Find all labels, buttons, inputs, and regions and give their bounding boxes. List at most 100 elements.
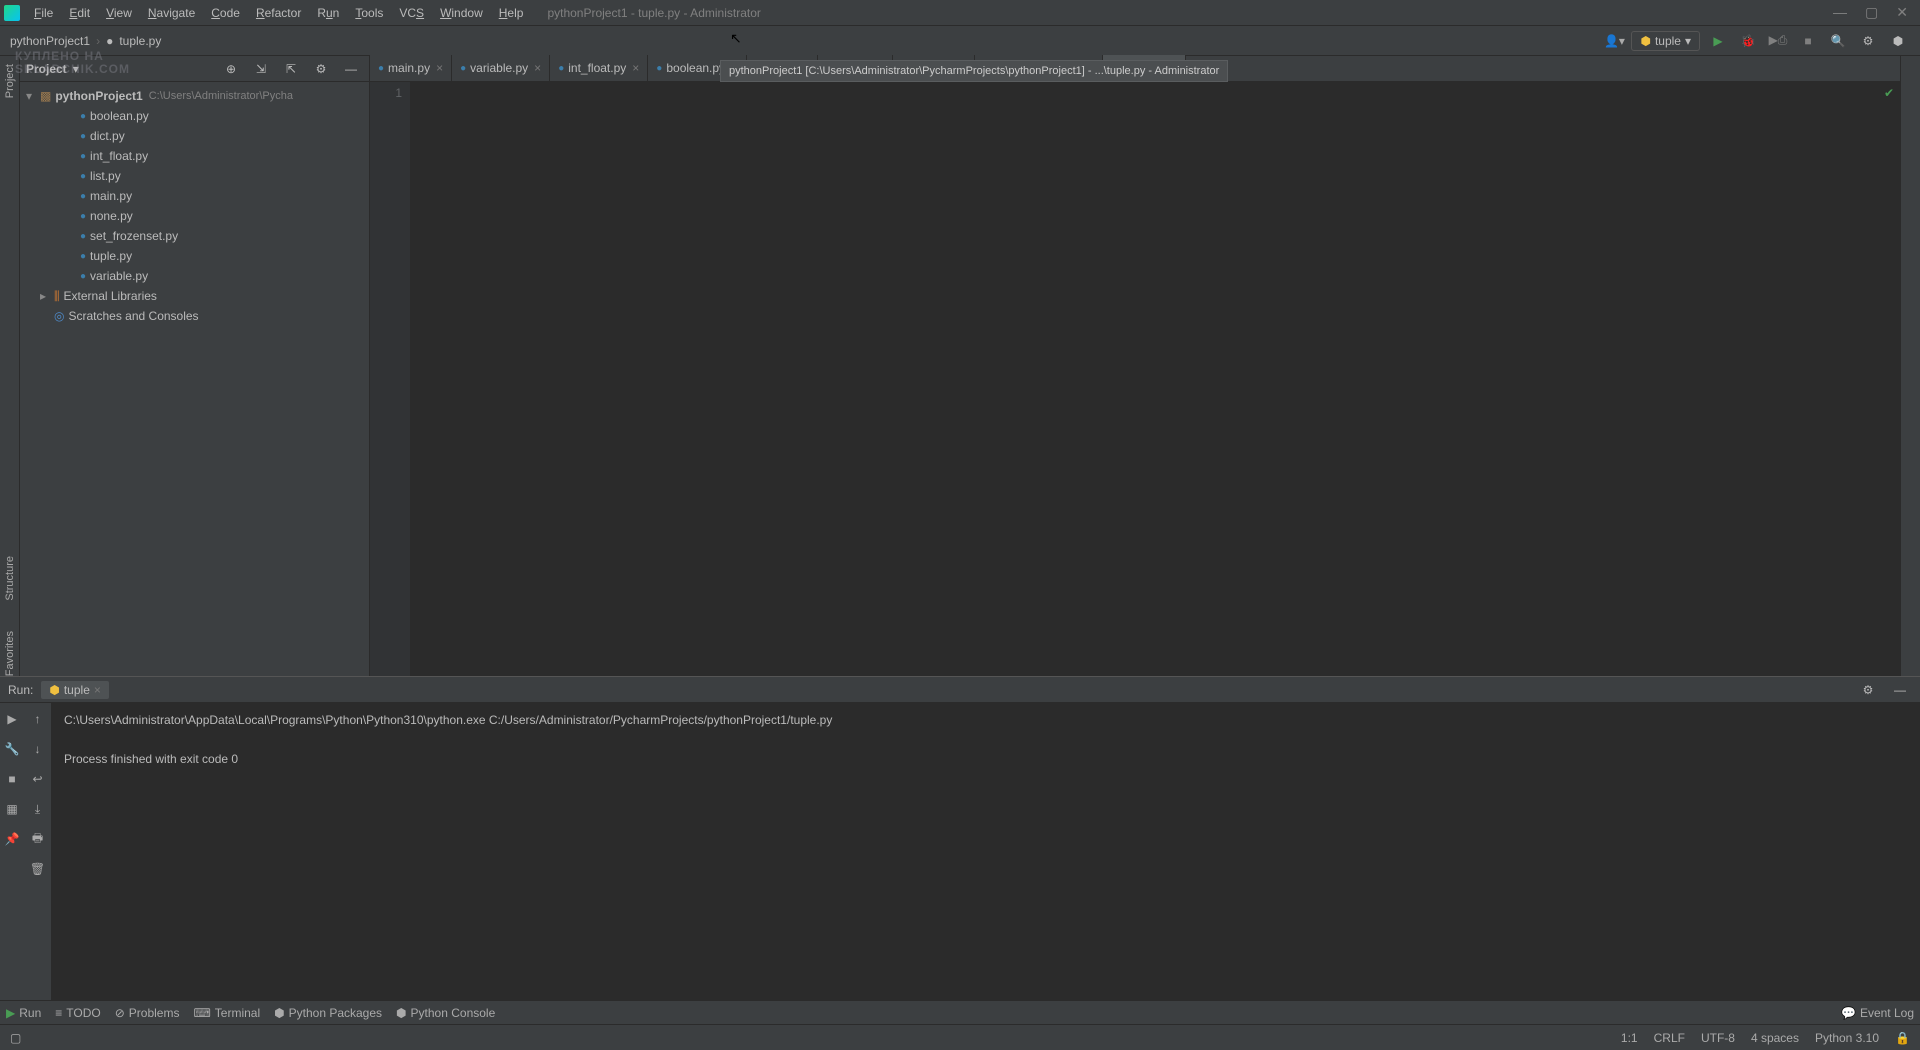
python-file-icon: ●: [80, 131, 86, 142]
todo-icon: ≡: [55, 1006, 62, 1020]
close-icon[interactable]: ×: [436, 61, 443, 75]
soft-wrap-icon[interactable]: ↩: [28, 769, 48, 789]
close-icon[interactable]: ×: [94, 683, 101, 697]
menu-window[interactable]: Window: [434, 4, 489, 22]
status-caret-pos[interactable]: 1:1: [1621, 1031, 1638, 1045]
menu-help[interactable]: Help: [493, 4, 530, 22]
editor-tab[interactable]: ●main.py×: [370, 55, 452, 81]
tree-file[interactable]: ●variable.py: [20, 266, 369, 286]
gear-icon[interactable]: ⚙: [1856, 678, 1880, 702]
expand-arrow-icon[interactable]: ▾: [26, 89, 40, 103]
settings-icon[interactable]: ⚙: [1856, 29, 1880, 53]
search-icon[interactable]: 🔍: [1826, 29, 1850, 53]
menu-refactor[interactable]: Refactor: [250, 4, 307, 22]
coverage-button[interactable]: ▶⎙: [1766, 29, 1790, 53]
console-output[interactable]: C:\Users\Administrator\AppData\Local\Pro…: [52, 703, 1920, 1024]
tree-root-path: C:\Users\Administrator\Pycha: [149, 90, 293, 102]
python-file-icon: ●: [80, 231, 86, 242]
tree-file[interactable]: ●none.py: [20, 206, 369, 226]
menu-vcs[interactable]: VCS: [393, 4, 430, 22]
menu-code[interactable]: Code: [205, 4, 246, 22]
file-label: tuple.py: [90, 249, 132, 263]
status-interpreter[interactable]: Python 3.10: [1815, 1031, 1879, 1045]
title-tooltip: pythonProject1 [C:\Users\Administrator\P…: [720, 60, 1228, 82]
chevron-down-icon: ▾: [1685, 34, 1691, 48]
status-indent[interactable]: 4 spaces: [1751, 1031, 1799, 1045]
sidebar-tab-favorites[interactable]: Favorites: [4, 631, 16, 676]
bottom-tab-run[interactable]: ▶Run: [6, 1006, 41, 1020]
close-icon[interactable]: ×: [534, 61, 541, 75]
layout-icon[interactable]: ▦: [2, 799, 22, 819]
tools-icon[interactable]: 🔧: [2, 739, 22, 759]
gear-icon[interactable]: ⚙: [309, 57, 333, 81]
minimize-button[interactable]: —: [1833, 4, 1847, 21]
hide-icon[interactable]: —: [339, 57, 363, 81]
print-icon[interactable]: 🖶: [28, 829, 48, 849]
editor-tab[interactable]: ●int_float.py×: [550, 55, 648, 81]
menu-edit[interactable]: Edit: [63, 4, 96, 22]
bottom-tab-todo[interactable]: ≡TODO: [55, 1006, 100, 1020]
stop-button[interactable]: ■: [2, 769, 22, 789]
sidebar-tab-project[interactable]: Project: [4, 64, 16, 98]
mouse-cursor: ↖: [730, 30, 742, 47]
code-area[interactable]: [410, 82, 1900, 676]
maximize-button[interactable]: ▢: [1865, 4, 1878, 21]
pin-icon[interactable]: 📌: [2, 829, 22, 849]
tree-root[interactable]: ▾ ▩ pythonProject1 C:\Users\Administrato…: [20, 86, 369, 106]
debug-button[interactable]: 🐞: [1736, 29, 1760, 53]
tree-root-label: pythonProject1: [55, 89, 142, 103]
status-line-sep[interactable]: CRLF: [1654, 1031, 1685, 1045]
file-label: dict.py: [90, 129, 125, 143]
breadcrumb-project[interactable]: pythonProject1: [10, 34, 90, 48]
menu-file[interactable]: File: [28, 4, 59, 22]
close-icon[interactable]: ×: [632, 61, 639, 75]
menu-navigate[interactable]: Navigate: [142, 4, 201, 22]
menu-run[interactable]: Run: [311, 4, 345, 22]
lock-icon[interactable]: 🔒: [1895, 1031, 1910, 1045]
menu-view[interactable]: View: [100, 4, 138, 22]
expand-icon[interactable]: ⇲: [249, 57, 273, 81]
bottom-tab-packages[interactable]: ⬢Python Packages: [274, 1006, 382, 1020]
editor-body[interactable]: 1 ✔: [370, 82, 1900, 676]
bottom-tab-console[interactable]: ⬢Python Console: [396, 1006, 495, 1020]
tree-external-libs[interactable]: ▸ ⫼ External Libraries: [20, 286, 369, 306]
rerun-button[interactable]: ▶: [2, 709, 22, 729]
ide-scripting-icon[interactable]: ⬢: [1886, 29, 1910, 53]
python-file-icon: ●: [106, 34, 113, 48]
editor-tab[interactable]: ●variable.py×: [452, 55, 550, 81]
tree-file[interactable]: ●list.py: [20, 166, 369, 186]
breadcrumb-file[interactable]: tuple.py: [119, 34, 161, 48]
tree-file[interactable]: ● tuple.py: [20, 246, 369, 266]
down-icon[interactable]: ↓: [28, 739, 48, 759]
locate-icon[interactable]: ⊕: [219, 57, 243, 81]
close-button[interactable]: ✕: [1896, 4, 1908, 21]
chevron-down-icon[interactable]: ▾: [73, 62, 79, 76]
tree-file[interactable]: ●boolean.py: [20, 106, 369, 126]
collapse-icon[interactable]: ⇱: [279, 57, 303, 81]
tree-scratches[interactable]: ◎ Scratches and Consoles: [20, 306, 369, 326]
tree-file[interactable]: ● dict.py: [20, 126, 369, 146]
file-label: set_frozenset.py: [90, 229, 178, 243]
tree-file[interactable]: ●main.py: [20, 186, 369, 206]
bottom-tab-eventlog[interactable]: 💬Event Log: [1841, 1006, 1914, 1020]
run-button[interactable]: ▶: [1706, 29, 1730, 53]
run-tab[interactable]: ⬢ tuple ×: [41, 681, 109, 699]
menu-tools[interactable]: Tools: [349, 4, 389, 22]
bottom-tab-problems[interactable]: ⊘Problems: [115, 1006, 180, 1020]
hide-icon[interactable]: —: [1888, 678, 1912, 702]
scroll-to-end-icon[interactable]: ⤓: [28, 799, 48, 819]
up-icon[interactable]: ↑: [28, 709, 48, 729]
bottom-tab-terminal[interactable]: ⌨Terminal: [193, 1006, 260, 1020]
inspection-ok-icon[interactable]: ✔: [1884, 86, 1894, 100]
tree-file[interactable]: ●int_float.py: [20, 146, 369, 166]
tree-file[interactable]: ● set_frozenset.py: [20, 226, 369, 246]
status-encoding[interactable]: UTF-8: [1701, 1031, 1735, 1045]
status-window-icon[interactable]: ▢: [10, 1031, 21, 1045]
user-icon[interactable]: 👤▾: [1603, 30, 1625, 52]
delete-icon[interactable]: 🗑: [28, 859, 48, 879]
python-file-icon: ●: [80, 251, 86, 262]
expand-arrow-icon[interactable]: ▸: [40, 289, 54, 303]
stop-button[interactable]: ■: [1796, 29, 1820, 53]
run-config-selector[interactable]: ⬢ tuple ▾: [1631, 31, 1700, 51]
sidebar-tab-structure[interactable]: Structure: [4, 556, 16, 601]
